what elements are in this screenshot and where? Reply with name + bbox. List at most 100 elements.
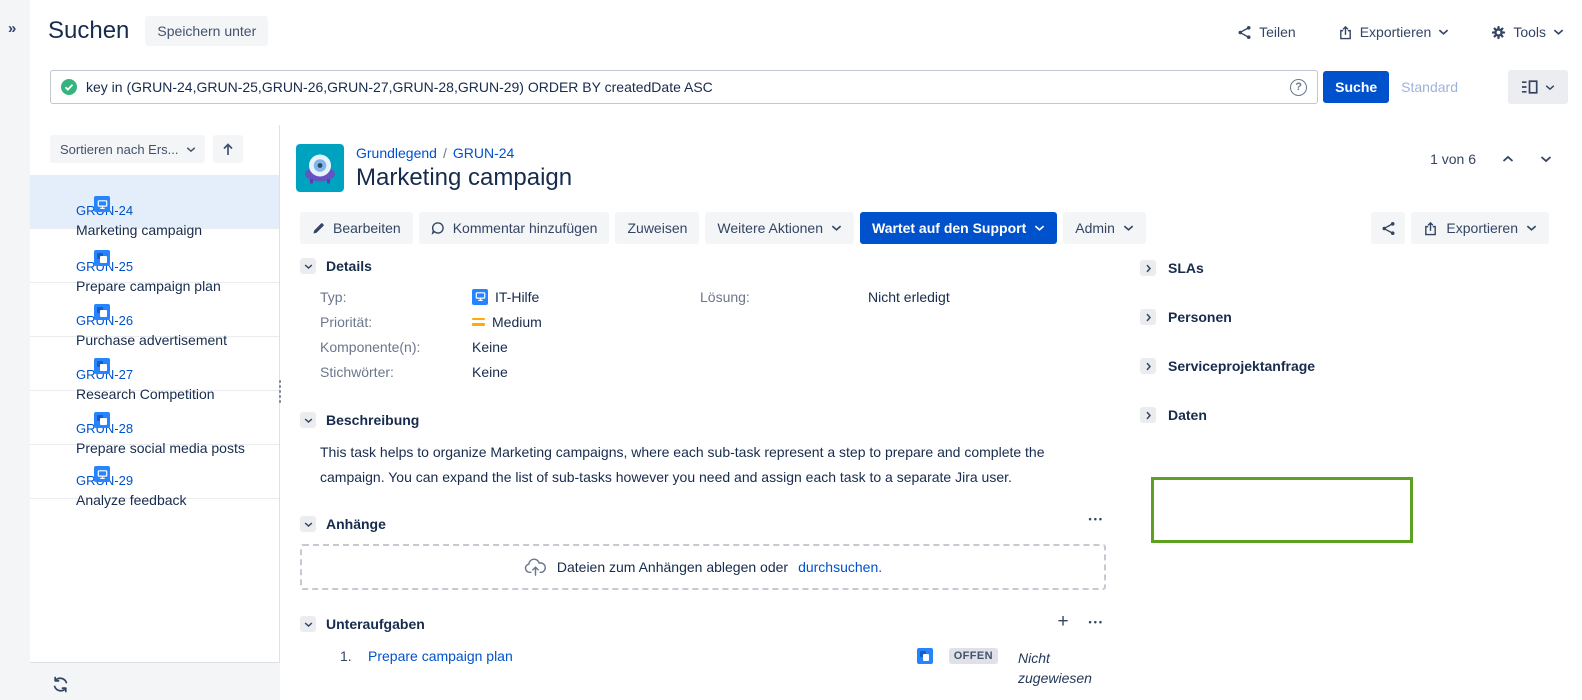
details-section: Details Typ: [300,258,1106,386]
jql-search-input[interactable]: key in (GRUN-24,GRUN-25,GRUN-26,GRUN-27,… [50,70,1318,104]
subtask-type-icon [94,304,110,320]
collapse-details-chevron-icon[interactable] [300,258,316,274]
add-comment-label: Kommentar hinzufügen [453,220,598,236]
previous-result-chevron-up-icon[interactable] [1502,155,1514,163]
result-item-grun-29[interactable]: GRUN-29 Analyze feedback [30,445,279,499]
comment-bubble-icon [431,221,445,235]
results-panel-footer [30,663,280,700]
subtasks-more-icon[interactable]: ••• [1089,617,1104,627]
service-request-section-toggle[interactable]: Serviceprojektanfrage [1140,358,1572,374]
components-value: Keine [472,339,508,355]
workflow-status-dropdown[interactable]: Wartet auf den Support [860,212,1057,244]
subtask-title-link[interactable]: Prepare campaign plan [368,648,917,664]
issue-detail: Grundlegend/GRUN-24 Marketing campaign 1… [296,125,1582,700]
edit-button[interactable]: Bearbeiten [300,212,413,244]
chevron-down-icon [1034,224,1045,232]
people-section-toggle[interactable]: Personen [1140,309,1572,325]
subtask-assignee: Nicht zugewiesen [1018,648,1106,688]
subtasks-heading: Unteraufgaben [326,616,425,632]
labels-value: Keine [472,364,508,380]
share-label: Teilen [1259,24,1296,40]
sort-by-label: Sortieren nach Ers... [60,142,179,157]
pager-position: 1 von 6 [1430,151,1476,167]
sort-direction-button[interactable] [213,135,243,163]
attachments-section: Anhänge ••• Dateien zum Anhängen ablegen… [300,516,1106,590]
type-label: Typ: [320,289,472,305]
detail-view-icon [1521,80,1538,94]
export-menu[interactable]: Exportieren [1338,24,1450,40]
assign-button[interactable]: Zuweisen [615,212,699,244]
add-comment-button[interactable]: Kommentar hinzufügen [419,212,610,244]
attachment-dropzone[interactable]: Dateien zum Anhängen ablegen oder durchs… [300,544,1106,590]
search-mode-toggle[interactable]: Standard [1401,79,1458,95]
subtask-type-icon [94,250,110,266]
query-valid-check-icon [61,79,77,95]
admin-dropdown[interactable]: Admin [1063,212,1146,244]
breadcrumb: Grundlegend/GRUN-24 [356,145,514,161]
resolution-label: Lösung: [700,289,868,305]
browse-files-link[interactable]: durchsuchen. [798,559,882,575]
result-pager: 1 von 6 [1430,151,1552,167]
result-item-grun-28[interactable]: GRUN-28 Prepare social media posts [30,391,279,445]
collapse-attachments-chevron-icon[interactable] [300,516,316,532]
search-button[interactable]: Suche [1323,71,1389,103]
people-heading: Personen [1168,309,1232,325]
priority-value: Medium [492,314,542,330]
share-menu[interactable]: Teilen [1237,24,1296,40]
gear-icon [1491,25,1506,40]
next-result-chevron-down-icon[interactable] [1540,155,1552,163]
share-issue-button[interactable] [1371,212,1405,244]
status-label: Wartet auf den Support [872,220,1026,236]
collapse-subtasks-chevron-icon[interactable] [300,616,316,632]
sort-by-dropdown[interactable]: Sortieren nach Ers... [50,135,205,163]
add-subtask-icon[interactable]: + [1057,614,1068,630]
layout-switcher-button[interactable] [1508,70,1568,104]
export-issue-label: Exportieren [1446,220,1518,236]
priority-label: Priorität: [320,314,472,330]
tools-menu[interactable]: Tools [1491,24,1564,40]
chevron-down-icon [1545,84,1555,91]
expand-sidebar-button[interactable]: » [8,20,30,37]
result-item-grun-27[interactable]: GRUN-27 Research Competition [30,337,279,391]
issue-title: Marketing campaign [356,164,572,192]
subtask-type-icon [94,358,110,374]
collapse-description-chevron-icon[interactable] [300,412,316,428]
slas-section-toggle[interactable]: SLAs [1140,260,1572,276]
chevron-down-icon [1526,224,1537,232]
chevron-down-icon [1123,224,1134,232]
search-results-panel: Sortieren nach Ers... GRUN-24 Marketing … [30,125,280,663]
attachments-more-icon[interactable]: ••• [1089,514,1104,524]
dates-heading: Daten [1168,407,1207,423]
description-text: This task helps to organize Marketing ca… [320,440,1050,490]
components-label: Komponente(n): [320,339,472,355]
breadcrumb-project-link[interactable]: Grundlegend [356,145,437,161]
syntax-help-icon[interactable]: ? [1290,79,1307,96]
description-section: Beschreibung This task helps to organize… [300,412,1106,490]
save-as-button[interactable]: Speichern unter [145,16,268,46]
result-item-grun-26[interactable]: GRUN-26 Purchase advertisement [30,283,279,337]
more-actions-dropdown[interactable]: Weitere Aktionen [705,212,854,244]
it-help-type-icon [94,196,110,212]
breadcrumb-issue-link[interactable]: GRUN-24 [453,145,514,161]
chevron-down-icon [186,146,196,153]
chevron-right-icon [1140,260,1156,276]
jql-query-text: key in (GRUN-24,GRUN-25,GRUN-26,GRUN-27,… [86,79,1281,95]
subtask-number: 1. [340,648,368,664]
result-item-grun-24[interactable]: GRUN-24 Marketing campaign [30,175,279,229]
refresh-icon[interactable] [52,676,69,693]
chevron-right-icon [1140,309,1156,325]
issue-summary: Analyze feedback [76,492,273,508]
export-issue-dropdown[interactable]: Exportieren [1411,212,1549,244]
project-avatar[interactable] [296,144,344,192]
panel-resize-handle[interactable] [276,380,284,403]
service-request-heading: Serviceprojektanfrage [1168,358,1315,374]
share-icon [1381,221,1396,236]
subtask-type-icon [917,648,933,664]
dates-section-toggle[interactable]: Daten [1140,407,1572,423]
subtasks-section: Unteraufgaben + ••• 1. Prepare campaign … [300,616,1106,700]
result-item-grun-25[interactable]: GRUN-25 Prepare campaign plan [30,229,279,283]
export-icon [1338,25,1353,40]
breadcrumb-separator: / [437,145,453,161]
subtask-type-icon [94,412,110,428]
attachments-heading: Anhänge [326,516,386,532]
